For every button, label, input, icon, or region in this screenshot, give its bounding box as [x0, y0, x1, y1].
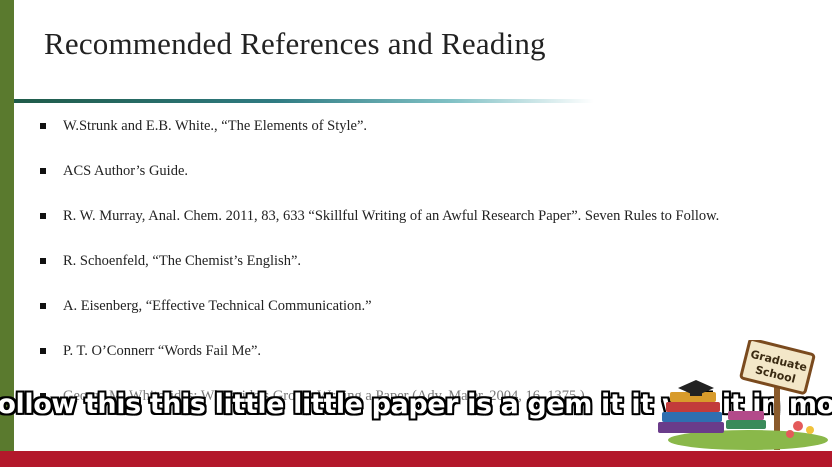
reference-item: P. T. O’Connerr “Words Fail Me”. [40, 344, 720, 389]
reference-text: P. T. O’Connerr “Words Fail Me”. [63, 343, 262, 359]
graduate-school-logo: Graduate School [658, 340, 828, 450]
slide-title: Recommended References and Reading [44, 26, 546, 61]
reference-item: W.Strunk and E.B. White., “The Elements … [40, 119, 720, 164]
bottom-accent-bar [0, 451, 832, 467]
title-divider [14, 99, 594, 103]
reference-text: W.Strunk and E.B. White., “The Elements … [63, 118, 368, 134]
square-bullet-icon [40, 168, 46, 174]
reference-item: R. Schoenfeld, “The Chemist’s English”. [40, 254, 720, 299]
reference-text: R. W. Murray, Anal. Chem. 2011, 83, 633 … [63, 208, 720, 224]
reference-item: A. Eisenberg, “Effective Technical Commu… [40, 299, 720, 344]
square-bullet-icon [40, 123, 46, 129]
square-bullet-icon [40, 348, 46, 354]
square-bullet-icon [40, 258, 46, 264]
reference-text: A. Eisenberg, “Effective Technical Commu… [63, 298, 372, 314]
reference-text: R. Schoenfeld, “The Chemist’s English”. [63, 253, 302, 269]
reference-item: R. W. Murray, Anal. Chem. 2011, 83, 633 … [40, 209, 720, 254]
reference-text: ACS Author’s Guide. [63, 163, 189, 179]
square-bullet-icon [40, 303, 46, 309]
square-bullet-icon [40, 213, 46, 219]
reference-item: ACS Author’s Guide. [40, 164, 720, 209]
